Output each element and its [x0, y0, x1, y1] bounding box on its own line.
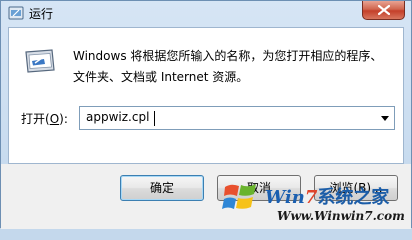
- command-input[interactable]: appwiz.cpl: [86, 110, 149, 124]
- run-program-icon: [22, 44, 58, 80]
- windows-logo-icon: [221, 177, 261, 217]
- close-button[interactable]: [362, 1, 405, 20]
- window-title: 运行: [29, 7, 54, 21]
- ok-button[interactable]: 确定: [120, 175, 204, 201]
- title-bar[interactable]: 运行: [1, 1, 411, 25]
- text-caret: [154, 111, 155, 126]
- close-x-icon: [378, 5, 390, 15]
- run-app-icon: [8, 5, 24, 20]
- watermark-brand: Win7系统之家: [265, 187, 390, 208]
- site-watermark: Win7系统之家 Www.Winwin7.com: [215, 173, 412, 229]
- command-combobox[interactable]: appwiz.cpl: [79, 106, 395, 130]
- dialog-description: Windows 将根据您所输入的名称，为您打开相应的程序、文件夹、文档或 Int…: [73, 49, 383, 84]
- dialog-body: Windows 将根据您所输入的名称，为您打开相应的程序、文件夹、文档或 Int…: [8, 27, 404, 164]
- dropdown-button[interactable]: [376, 107, 394, 129]
- watermark-url: Www.Winwin7.com: [277, 209, 405, 223]
- chevron-down-icon: [381, 116, 389, 121]
- run-dialog-window: 运行 Windows 将根据您所输入的名称，为您打开相应的程序、文件夹、文档或 …: [0, 0, 412, 229]
- open-label: 打开(O):: [21, 112, 68, 126]
